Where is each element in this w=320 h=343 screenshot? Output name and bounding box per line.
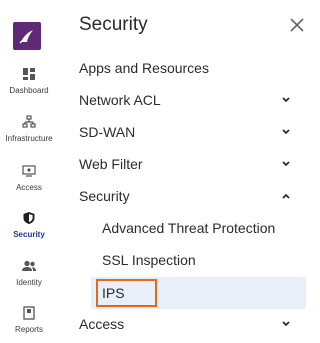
- menu-web-filter[interactable]: Web Filter: [79, 152, 299, 176]
- submenu-ips-label[interactable]: IPS: [102, 281, 125, 305]
- nav-security-label: Security: [13, 230, 45, 239]
- nav-identity-label: Identity: [16, 278, 42, 287]
- identity-icon: [22, 260, 36, 271]
- chevron-down-icon: [282, 129, 290, 135]
- nav-reports[interactable]: Reports: [0, 306, 58, 334]
- nav-infrastructure[interactable]: Infrastructure: [0, 115, 58, 143]
- shield-icon: [23, 212, 35, 224]
- submenu-advanced-threat-protection-label: Advanced Threat Protection: [102, 220, 276, 236]
- dashboard-icon: [23, 68, 35, 80]
- infrastructure-icon: [22, 115, 36, 128]
- menu-apps-and-resources-label: Apps and Resources: [79, 60, 209, 76]
- chevron-down-icon: [282, 321, 290, 327]
- menu-access[interactable]: Access: [79, 312, 299, 336]
- security-panel: Security Apps and Resources Network ACL …: [58, 0, 316, 343]
- menu-network-acl[interactable]: Network ACL: [79, 88, 299, 112]
- nav-infrastructure-label: Infrastructure: [5, 134, 53, 143]
- chevron-up-icon: [282, 193, 290, 199]
- nav-security[interactable]: Security: [0, 211, 58, 239]
- submenu-ssl-inspection[interactable]: SSL Inspection: [102, 248, 306, 272]
- submenu-ssl-inspection-label: SSL Inspection: [102, 252, 196, 268]
- panel-title: Security: [79, 14, 148, 35]
- nav-reports-label: Reports: [14, 325, 43, 334]
- nav-access[interactable]: Access: [0, 164, 58, 192]
- menu-web-filter-label: Web Filter: [79, 156, 143, 172]
- reports-icon: [23, 306, 35, 320]
- nav-dashboard-label: Dashboard: [9, 86, 49, 95]
- app-logo[interactable]: [13, 22, 41, 50]
- nav-identity[interactable]: Identity: [0, 259, 58, 287]
- nav-access-label: Access: [16, 183, 42, 192]
- logo-icon: [19, 30, 33, 44]
- menu-access-label: Access: [79, 316, 125, 332]
- menu-network-acl-label: Network ACL: [79, 92, 161, 108]
- menu-sd-wan-label: SD-WAN: [79, 124, 136, 140]
- nav-dashboard[interactable]: Dashboard: [0, 67, 58, 95]
- close-icon[interactable]: [288, 16, 306, 34]
- access-icon: [22, 165, 36, 177]
- chevron-down-icon: [282, 161, 290, 167]
- menu-apps-and-resources[interactable]: Apps and Resources: [79, 56, 299, 80]
- chevron-down-icon: [282, 97, 290, 103]
- menu-security-label: Security: [79, 188, 130, 204]
- menu-sd-wan[interactable]: SD-WAN: [79, 120, 299, 144]
- left-nav-rail: Dashboard Infrastructure Access Security: [0, 0, 59, 343]
- menu-security[interactable]: Security: [79, 184, 299, 208]
- submenu-advanced-threat-protection[interactable]: Advanced Threat Protection: [102, 216, 306, 240]
